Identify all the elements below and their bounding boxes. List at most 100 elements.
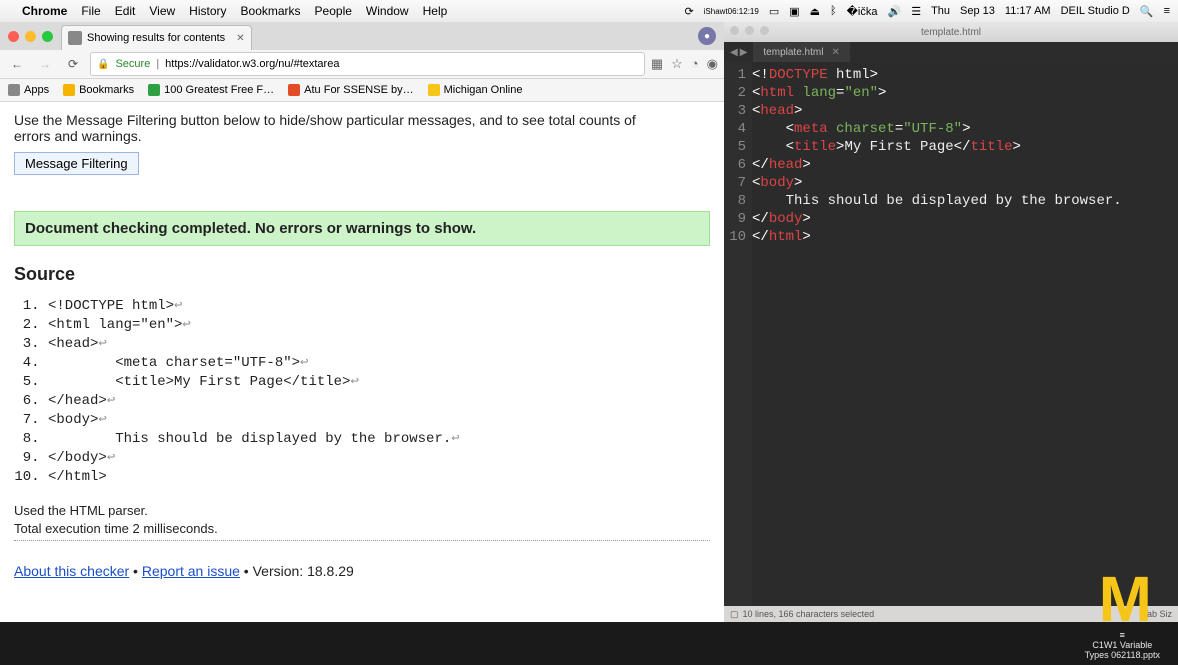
menu-view[interactable]: View (149, 4, 175, 18)
line-number: 6 (724, 156, 752, 174)
close-icon[interactable]: ✕ (831, 47, 839, 58)
nav-right-icon[interactable]: ▶ (740, 47, 748, 58)
status-left: 10 lines, 166 characters selected (743, 609, 875, 619)
code-editor[interactable]: 12345678910 <!DOCTYPE html><html lang="e… (724, 62, 1178, 606)
source-line: <meta charset="UTF-8">↩ (48, 354, 710, 373)
line-number: 1 (724, 66, 752, 84)
source-line: <head>↩ (48, 335, 710, 354)
editor-tab-label: template.html (763, 47, 823, 58)
bluetooth-icon[interactable]: ᛒ (830, 5, 837, 17)
menu-people[interactable]: People (315, 4, 352, 18)
wifi-icon[interactable]: �ička (847, 5, 878, 18)
clock-date: Sep 13 (960, 5, 995, 17)
airplay-icon[interactable]: ▣ (789, 5, 799, 18)
line-number: 4 (724, 120, 752, 138)
close-icon[interactable]: ✕ (236, 33, 244, 44)
bookmarks-bar: Apps Bookmarks 100 Greatest Free F… Atu For… (0, 79, 724, 102)
panel-icon[interactable]: ▢ (730, 609, 739, 620)
clock-time: 11:17 AM (1005, 5, 1051, 17)
source-line: <html lang="en">↩ (48, 316, 710, 335)
device-name: DEIL Studio D (1061, 5, 1130, 17)
line-number: 2 (724, 84, 752, 102)
exec-time-note: Total execution time 2 milliseconds. (14, 521, 710, 536)
mac-menubar: Chrome File Edit View History Bookmarks Peopl… (0, 0, 1178, 22)
intro-text: Use the Message Filtering button below t… (14, 112, 654, 144)
line-number: 8 (724, 192, 752, 210)
bookmark-label: 100 Greatest Free F… (164, 84, 274, 96)
menu-history[interactable]: History (189, 4, 226, 18)
version-text: 18.8.29 (307, 563, 354, 579)
address-bar[interactable]: 🔒 Secure | https://validator.w3.org/nu/#… (90, 52, 645, 76)
code-line: <html lang="en"> (752, 84, 1178, 102)
bookmark-icon (148, 84, 160, 96)
source-listing: <!DOCTYPE html>↩<html lang="en">↩<head>↩… (14, 297, 710, 487)
source-line: This should be displayed by the browser.… (48, 430, 710, 449)
extension-icon[interactable]: ◔ (691, 56, 699, 72)
m-logo: M (1085, 570, 1160, 628)
source-heading: Source (14, 264, 710, 285)
source-line: <body>↩ (48, 411, 710, 430)
secure-label: Secure (115, 58, 150, 70)
bookmark-item[interactable]: 100 Greatest Free F… (148, 84, 274, 96)
bookmark-item[interactable]: Bookmarks (63, 84, 134, 96)
bookmark-icon (428, 84, 440, 96)
line-gutter: 12345678910 (724, 62, 752, 606)
code-area[interactable]: <!DOCTYPE html><html lang="en"><head> <m… (752, 62, 1178, 606)
editor-tab[interactable]: template.html ✕ (753, 42, 849, 62)
bookmark-item[interactable]: Atu For SSENSE by… (288, 84, 413, 96)
code-line: </head> (752, 156, 1178, 174)
window-traffic-lights[interactable] (0, 25, 61, 48)
tab-favicon (68, 31, 82, 45)
parser-note: Used the HTML parser. (14, 503, 710, 518)
forward-button[interactable]: → (34, 53, 56, 75)
report-issue-link[interactable]: Report an issue (142, 563, 240, 579)
code-line: This should be displayed by the browser. (752, 192, 1178, 210)
browser-tab[interactable]: Showing results for contents ✕ (61, 25, 252, 50)
page-footer: About this checker • Report an issue • V… (14, 563, 710, 579)
bookmark-icon (63, 84, 75, 96)
menu-edit[interactable]: Edit (115, 4, 136, 18)
star-icon[interactable]: ☆ (671, 56, 683, 72)
code-line: </body> (752, 210, 1178, 228)
line-number: 9 (724, 210, 752, 228)
chrome-window: Showing results for contents ✕ ● ← → ⟳ 🔒… (0, 22, 725, 622)
editor-titlebar: template.html (724, 22, 1178, 42)
code-line: <head> (752, 102, 1178, 120)
menubar-app[interactable]: Chrome (22, 4, 67, 18)
profile-avatar[interactable]: ● (698, 27, 716, 45)
bookmark-item[interactable]: Michigan Online (428, 84, 523, 96)
reload-button[interactable]: ⟳ (62, 53, 84, 75)
chrome-toolbar: ← → ⟳ 🔒 Secure | https://validator.w3.or… (0, 50, 724, 79)
menu-window[interactable]: Window (366, 4, 409, 18)
eject-icon[interactable]: ⏏ (810, 5, 820, 18)
qr-icon[interactable]: ▦ (651, 56, 663, 72)
editor-tabstrip: ◀ ▶ template.html ✕ (724, 42, 1178, 62)
menu-file[interactable]: File (81, 4, 100, 18)
source-line: <!DOCTYPE html>↩ (48, 297, 710, 316)
menu-bookmarks[interactable]: Bookmarks (241, 4, 301, 18)
refresh-icon[interactable]: ⟳ (684, 5, 693, 18)
back-button[interactable]: ← (6, 53, 28, 75)
menu-icon[interactable]: ≡ (1164, 5, 1170, 17)
success-banner: Document checking completed. No errors o… (14, 211, 710, 246)
message-filtering-button[interactable]: Message Filtering (14, 152, 139, 175)
about-checker-link[interactable]: About this checker (14, 563, 129, 579)
line-number: 10 (724, 228, 752, 246)
editor-traffic-lights[interactable] (724, 22, 775, 39)
spotlight-icon[interactable]: 🔍 (1140, 5, 1154, 18)
nav-left-icon[interactable]: ◀ (730, 47, 738, 58)
display-icon[interactable]: ▭ (769, 5, 779, 18)
menu-help[interactable]: Help (423, 4, 448, 18)
tab-title: Showing results for contents (87, 32, 225, 44)
michigan-logo-overlay: M ≡ C1W1 Variable Types 062118.pptx (1085, 570, 1160, 660)
flag-icon[interactable]: ☰ (911, 5, 921, 18)
code-line: <title>My First Page</title> (752, 138, 1178, 156)
code-line: </html> (752, 228, 1178, 246)
url-text: https://validator.w3.org/nu/#textarea (165, 58, 339, 70)
bookmark-label: Atu For SSENSE by… (304, 84, 413, 96)
volume-icon[interactable]: 🔊 (887, 5, 901, 18)
extension2-icon[interactable]: ◉ (707, 56, 718, 72)
lock-icon: 🔒 (97, 59, 109, 70)
source-line: <title>My First Page</title>↩ (48, 373, 710, 392)
bookmark-item[interactable]: Apps (8, 84, 49, 96)
